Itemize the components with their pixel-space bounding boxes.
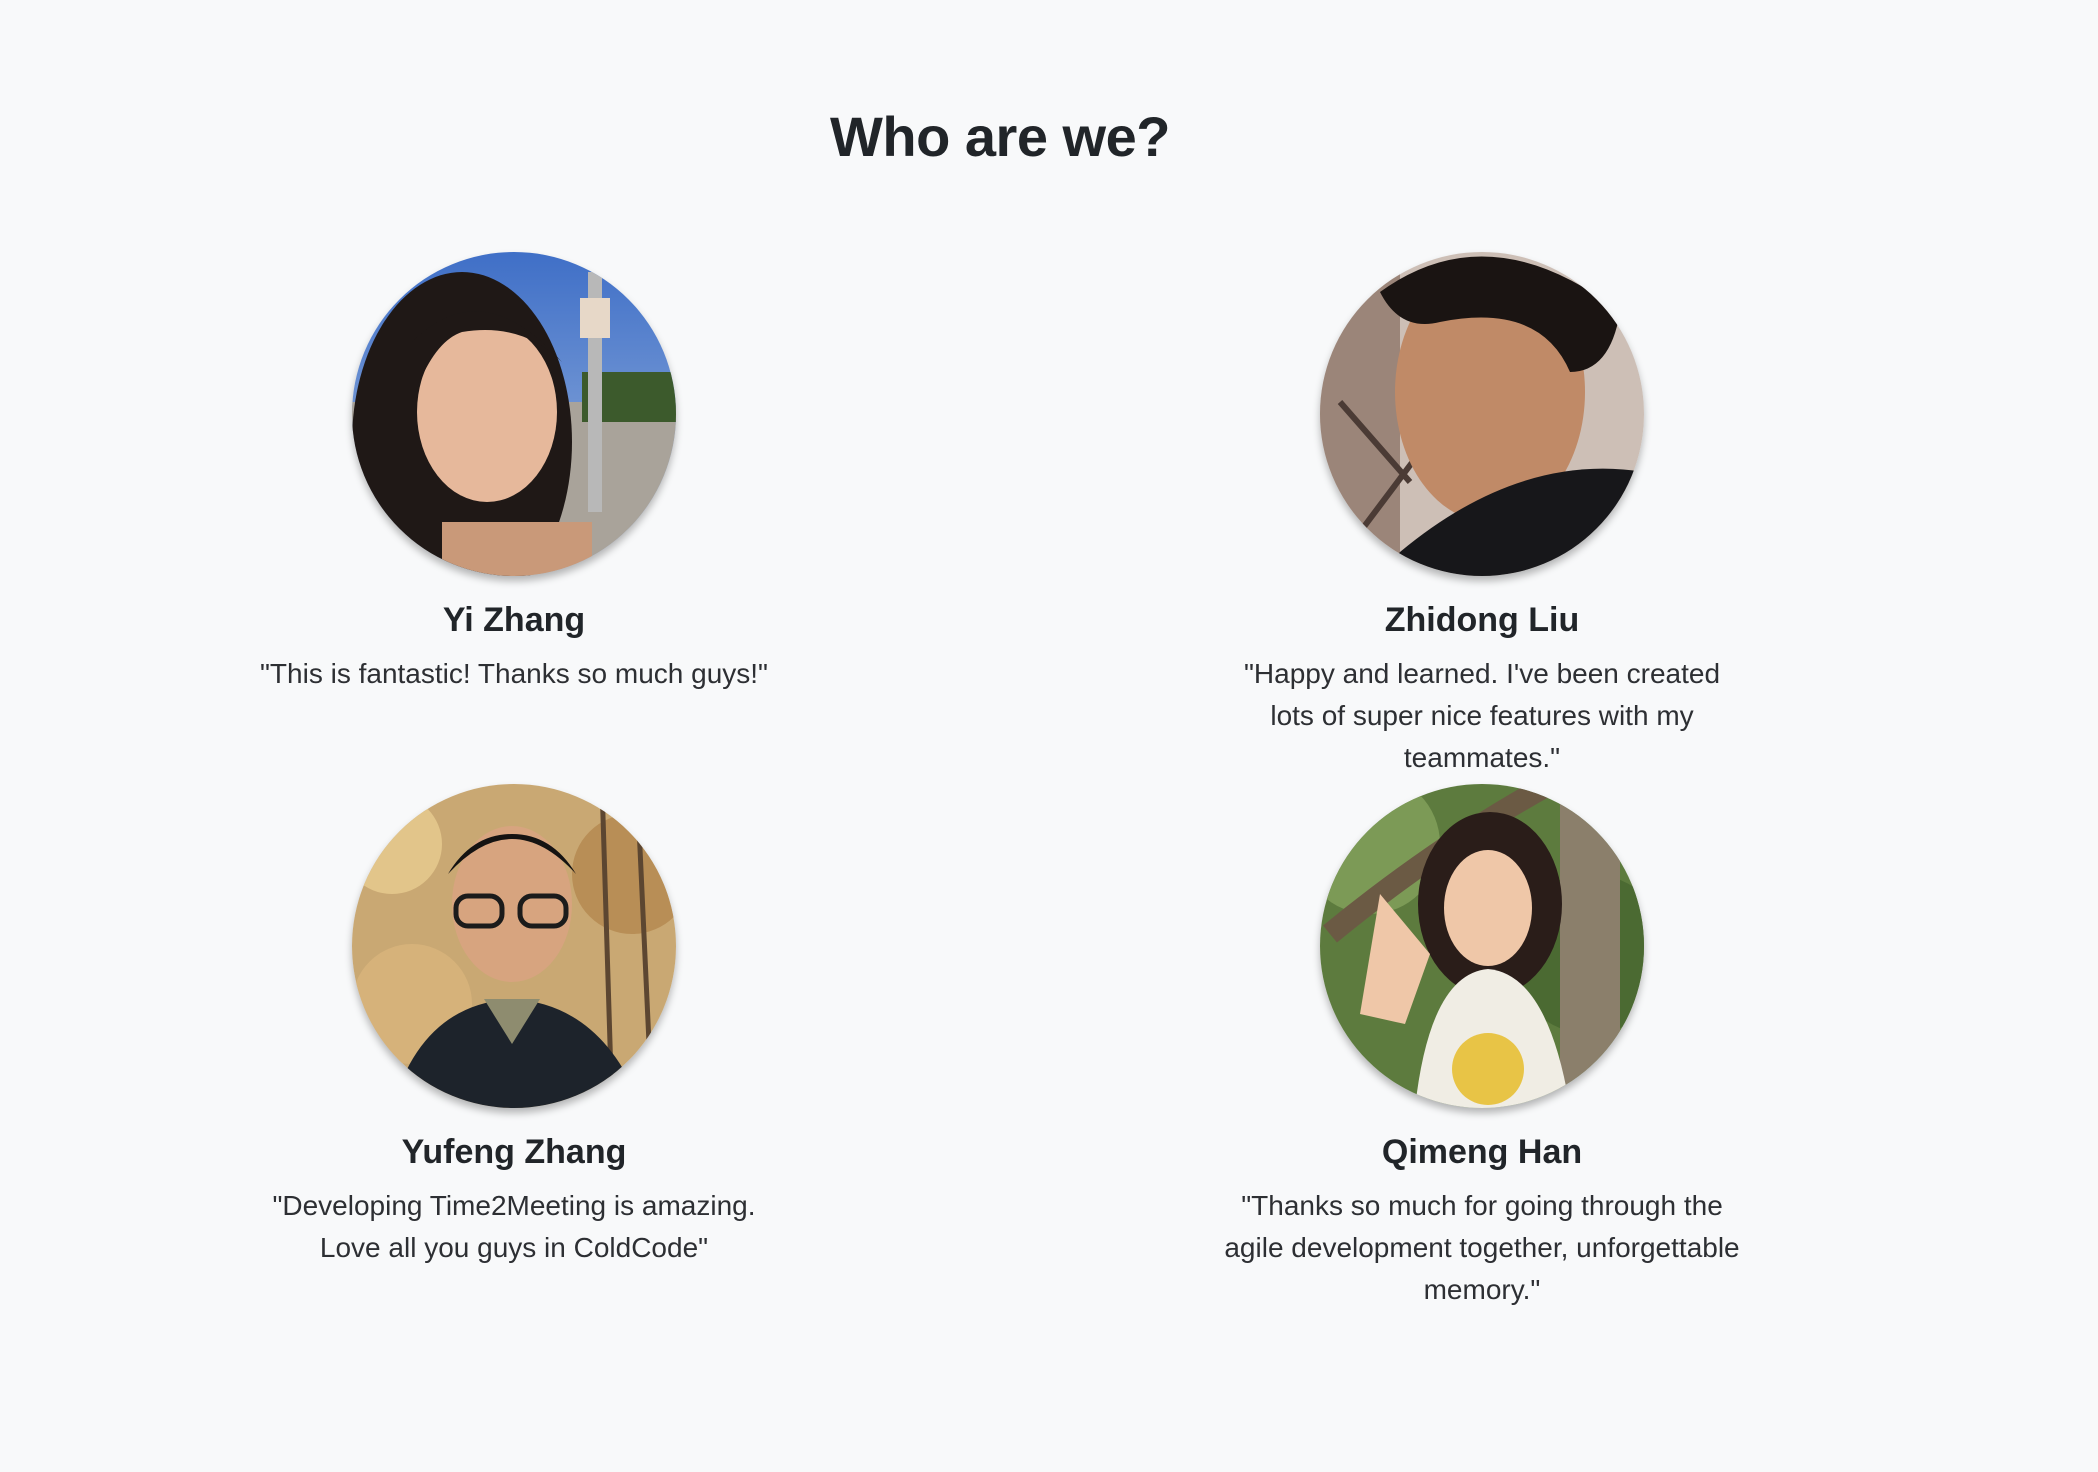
team-page: Who are we? Yi Zhang "This is fantastic!… [0, 0, 2098, 1472]
team-member-card: Yi Zhang "This is fantastic! Thanks so m… [254, 252, 774, 695]
portrait-photo-icon [1320, 784, 1644, 1108]
team-member-card: Zhidong Liu "Happy and learned. I've bee… [1222, 252, 1742, 779]
member-quote: "Thanks so much for going through the ag… [1224, 1189, 1740, 1305]
member-name: Qimeng Han [1381, 1133, 1583, 1171]
member-photo [1320, 252, 1644, 576]
member-quote: "Happy and learned. I've been created lo… [1243, 657, 1721, 773]
team-member-card: Qimeng Han "Thanks so much for going thr… [1222, 784, 1742, 1311]
portrait-photo-icon [1320, 252, 1644, 576]
member-name: Zhidong Liu [1384, 601, 1580, 639]
portrait-photo-icon [352, 252, 676, 576]
section-title: Who are we? [830, 105, 1170, 168]
member-photo [352, 784, 676, 1108]
member-name: Yi Zhang [442, 601, 586, 639]
portrait-photo-icon [352, 784, 676, 1108]
member-quote: "Developing Time2Meeting is amazing. Lov… [272, 1189, 756, 1263]
member-quote: "This is fantastic! Thanks so much guys!… [259, 657, 768, 689]
team-member-card: Yufeng Zhang "Developing Time2Meeting is… [254, 784, 774, 1269]
member-name: Yufeng Zhang [401, 1133, 627, 1171]
member-photo [352, 252, 676, 576]
member-photo [1320, 784, 1644, 1108]
